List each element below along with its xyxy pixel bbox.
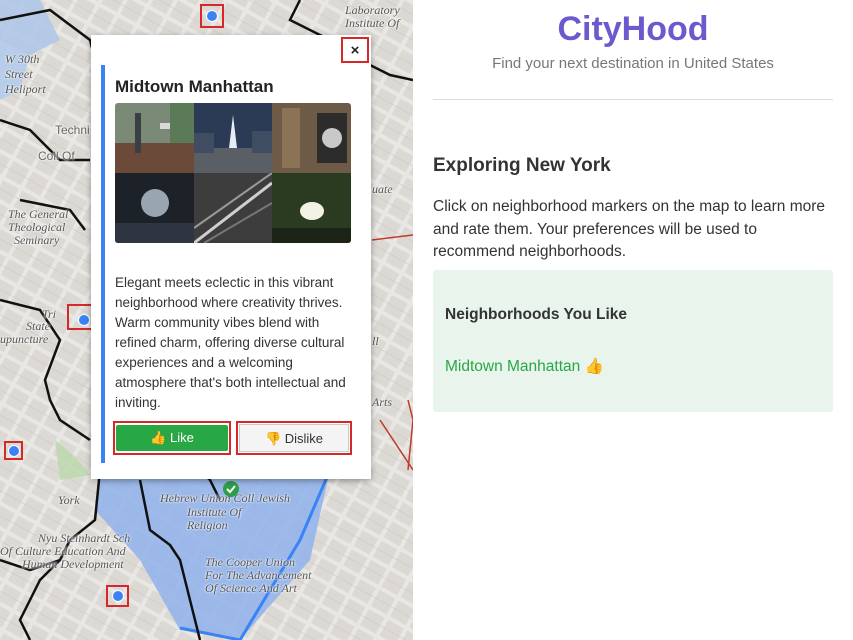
map-label: Of Science And Art bbox=[205, 581, 297, 595]
photo-night-park bbox=[115, 173, 194, 243]
map-label: York bbox=[58, 493, 80, 507]
section-description: Click on neighborhood markers on the map… bbox=[433, 198, 826, 260]
divider bbox=[433, 99, 833, 100]
photo-bridge bbox=[194, 173, 272, 243]
liked-neighborhoods-box: Neighborhoods You Like Midtown Manhattan… bbox=[433, 270, 833, 412]
map-label: Techni bbox=[55, 123, 90, 137]
neighborhood-marker[interactable] bbox=[106, 585, 129, 607]
photo-playground bbox=[115, 103, 194, 173]
section-title: Exploring New York bbox=[433, 155, 611, 176]
map-label: Coll Of bbox=[38, 149, 75, 163]
liked-item: Midtown Manhattan 👍 bbox=[445, 358, 604, 375]
liked-title: Neighborhoods You Like bbox=[445, 306, 627, 323]
map-label: Religion bbox=[187, 518, 228, 532]
photo-collage bbox=[115, 103, 351, 243]
map-label: Human Development bbox=[22, 557, 124, 571]
neighborhood-popup: × Midtown Manhattan Elegant meets eclect… bbox=[91, 35, 371, 479]
map[interactable]: Laboratory Institute Of W 30th Street He… bbox=[0, 0, 413, 640]
dislike-button[interactable]: 👎 Dislike bbox=[236, 421, 352, 455]
neighborhood-marker[interactable] bbox=[200, 4, 224, 28]
photo-tunnel bbox=[272, 173, 351, 243]
map-label: Street bbox=[5, 67, 33, 81]
map-label: upuncture bbox=[0, 332, 49, 346]
neighborhood-marker[interactable] bbox=[4, 441, 23, 460]
sidebar-panel: CityHood Find your next destination in U… bbox=[433, 0, 833, 640]
map-label: Seminary bbox=[14, 233, 60, 247]
dislike-button-label: 👎 Dislike bbox=[239, 424, 349, 452]
like-button[interactable]: 👍 Like bbox=[113, 421, 231, 455]
popup-content: Midtown Manhattan Elegant meets eclectic… bbox=[101, 65, 369, 463]
app-subtitle: Find your next destination in United Sta… bbox=[492, 55, 774, 72]
map-label: Heliport bbox=[5, 82, 46, 96]
neighborhood-description: Elegant meets eclectic in this vibrant n… bbox=[115, 275, 346, 410]
map-label: ll bbox=[372, 334, 379, 348]
like-button-label: 👍 Like bbox=[116, 425, 228, 451]
neighborhood-title: Midtown Manhattan bbox=[115, 77, 274, 96]
map-label: W 30th bbox=[5, 52, 40, 66]
liked-checkmark-icon bbox=[223, 481, 239, 497]
map-label: Institute Of bbox=[345, 16, 400, 30]
map-label: Arts bbox=[372, 395, 393, 409]
photo-fountain bbox=[194, 103, 272, 173]
marker-dot-icon bbox=[78, 314, 90, 326]
close-button[interactable]: × bbox=[341, 37, 369, 63]
marker-dot-icon bbox=[112, 590, 124, 602]
app-title: CityHood bbox=[557, 10, 709, 48]
marker-dot-icon bbox=[206, 10, 218, 22]
photo-street bbox=[272, 103, 351, 173]
marker-dot-icon bbox=[8, 445, 20, 457]
map-label: uate bbox=[372, 182, 393, 196]
